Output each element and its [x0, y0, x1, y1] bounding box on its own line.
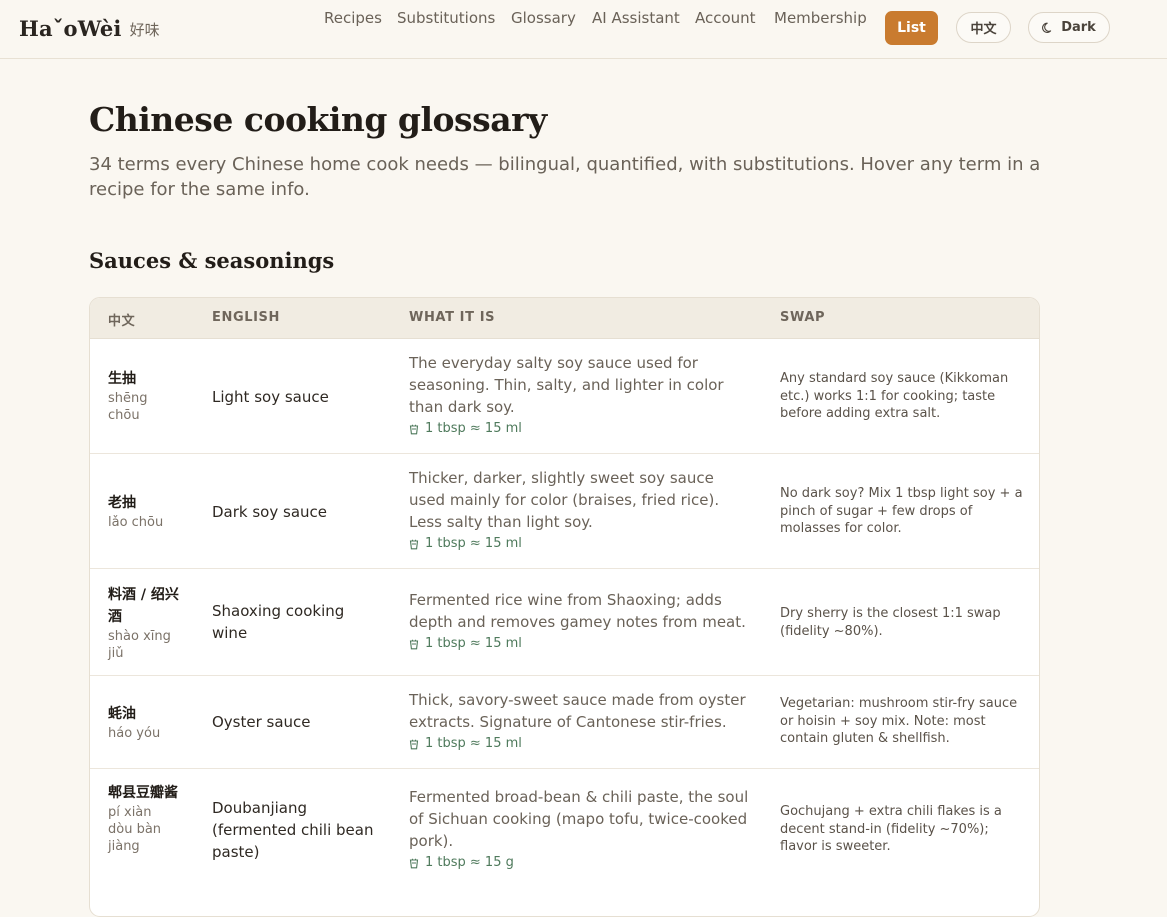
swap-text: Vegetarian: mushroom stir-fry sauce or h…	[780, 696, 1018, 746]
brand-name: HaˇoWèi	[19, 15, 122, 41]
measuring-cup-icon	[409, 638, 419, 650]
english-term: Doubanjiang (fermented chili bean paste)	[212, 799, 374, 861]
chinese-term: 料酒 / 绍兴酒	[108, 587, 179, 625]
english-term: Dark soy sauce	[212, 503, 327, 521]
page-title: Chinese cooking glossary	[89, 100, 547, 139]
moon-icon	[1042, 22, 1054, 34]
description-text: Fermented rice wine from Shaoxing; adds …	[409, 591, 746, 631]
chinese-term-cell: 料酒 / 绍兴酒 shào xīng jiǔ	[108, 584, 180, 662]
chinese-term: 蚝油	[108, 706, 136, 722]
glossary-table: 中文 ENGLISH WHAT IT IS SWAP 生抽 shēng chōu…	[89, 297, 1040, 917]
nav-link-recipes[interactable]: Recipes	[324, 9, 382, 27]
chinese-term: 生抽	[108, 371, 136, 387]
description-text: Thicker, darker, slightly sweet soy sauc…	[409, 469, 720, 531]
chinese-term-cell: 生抽 shēng chōu	[108, 368, 180, 424]
theme-toggle-button[interactable]: Dark	[1028, 12, 1110, 43]
chinese-term: 老抽	[108, 495, 136, 511]
pinyin: pí xiàn dòu bàn jiàng	[108, 805, 162, 854]
page-subtitle: 34 terms every Chinese home cook needs —…	[89, 154, 1041, 200]
description-text: The everyday salty soy sauce used for se…	[409, 354, 724, 416]
theme-toggle-label: Dark	[1061, 20, 1096, 35]
swap-text: Gochujang + extra chili flakes is a dece…	[780, 804, 1002, 854]
swap-text: Any standard soy sauce (Kikkoman etc.) w…	[780, 371, 1009, 421]
language-toggle-button[interactable]: 中文	[956, 12, 1011, 43]
description-cell: Thicker, darker, slightly sweet soy sauc…	[409, 467, 754, 552]
column-header-english: ENGLISH	[212, 310, 280, 325]
measurement-text: 1 tbsp ≈ 15 ml	[425, 736, 522, 751]
chinese-term-cell: 蚝油 háo yóu	[108, 703, 180, 742]
nav-link-substitutions[interactable]: Substitutions	[397, 9, 495, 27]
measuring-cup-icon	[409, 857, 419, 869]
section-title: Sauces & seasonings	[89, 248, 335, 273]
english-term: Oyster sauce	[212, 713, 311, 731]
measurement: 1 tbsp ≈ 15 ml	[409, 635, 754, 652]
swap-text: No dark soy? Mix 1 tbsp light soy + a pi…	[780, 486, 1023, 536]
table-row: 生抽 shēng chōu Light soy sauce The everyd…	[90, 339, 1039, 454]
measurement: 1 tbsp ≈ 15 g	[409, 854, 754, 871]
language-toggle-label: 中文	[970, 22, 997, 37]
table-row: 老抽 lǎo chōu Dark soy sauce Thicker, dark…	[90, 454, 1039, 569]
table-row: 蚝油 háo yóu Oyster sauce Thick, savory-sw…	[90, 676, 1039, 769]
brand-chinese-name: 好味	[129, 20, 160, 39]
measurement-text: 1 tbsp ≈ 15 ml	[425, 421, 522, 436]
measuring-cup-icon	[409, 738, 419, 750]
column-header-swap: SWAP	[780, 310, 826, 325]
description-cell: Fermented broad-bean & chili paste, the …	[409, 786, 754, 871]
pinyin: háo yóu	[108, 726, 161, 741]
chinese-term: 郫县豆瓣酱	[108, 785, 178, 801]
measuring-cup-icon	[409, 423, 419, 435]
description-text: Fermented broad-bean & chili paste, the …	[409, 788, 749, 850]
column-header-chinese: 中文	[108, 314, 136, 329]
description-cell: Thick, savory-sweet sauce made from oyst…	[409, 689, 754, 752]
description-cell: Fermented rice wine from Shaoxing; adds …	[409, 589, 754, 652]
measuring-cup-icon	[409, 538, 419, 550]
measurement-text: 1 tbsp ≈ 15 g	[425, 855, 514, 870]
description-text: Thick, savory-sweet sauce made from oyst…	[409, 691, 746, 731]
pinyin: shào xīng jiǔ	[108, 629, 171, 661]
nav-link-ai-assistant[interactable]: AI Assistant	[592, 9, 680, 27]
measurement: 1 tbsp ≈ 15 ml	[409, 735, 754, 752]
top-navigation-bar: HaˇoWèi 好味 Recipes Substitutions Glossar…	[0, 0, 1167, 59]
english-term: Light soy sauce	[212, 388, 329, 406]
swap-text: Dry sherry is the closest 1:1 swap (fide…	[780, 606, 1001, 639]
measurement: 1 tbsp ≈ 15 ml	[409, 535, 754, 552]
measurement-text: 1 tbsp ≈ 15 ml	[425, 636, 522, 651]
table-header: 中文 ENGLISH WHAT IT IS SWAP	[90, 298, 1039, 339]
measurement-text: 1 tbsp ≈ 15 ml	[425, 536, 522, 551]
english-term: Shaoxing cooking wine	[212, 602, 345, 642]
pinyin: lǎo chōu	[108, 515, 164, 530]
brand-logo[interactable]: HaˇoWèi 好味	[19, 10, 160, 46]
shopping-list-button[interactable]: List	[885, 11, 938, 45]
nav-link-account[interactable]: Account	[695, 9, 756, 27]
nav-link-glossary[interactable]: Glossary	[511, 9, 576, 27]
measurement: 1 tbsp ≈ 15 ml	[409, 420, 754, 437]
chinese-term-cell: 老抽 lǎo chōu	[108, 492, 180, 531]
nav-link-membership[interactable]: Membership	[774, 9, 867, 27]
table-row: 料酒 / 绍兴酒 shào xīng jiǔ Shaoxing cooking …	[90, 569, 1039, 676]
pinyin: shēng chōu	[108, 391, 148, 423]
chinese-term-cell: 郫县豆瓣酱 pí xiàn dòu bàn jiàng	[108, 782, 180, 855]
column-header-what-it-is: WHAT IT IS	[409, 310, 496, 325]
description-cell: The everyday salty soy sauce used for se…	[409, 352, 754, 437]
table-row: 郫县豆瓣酱 pí xiàn dòu bàn jiàng Doubanjiang …	[90, 769, 1039, 909]
